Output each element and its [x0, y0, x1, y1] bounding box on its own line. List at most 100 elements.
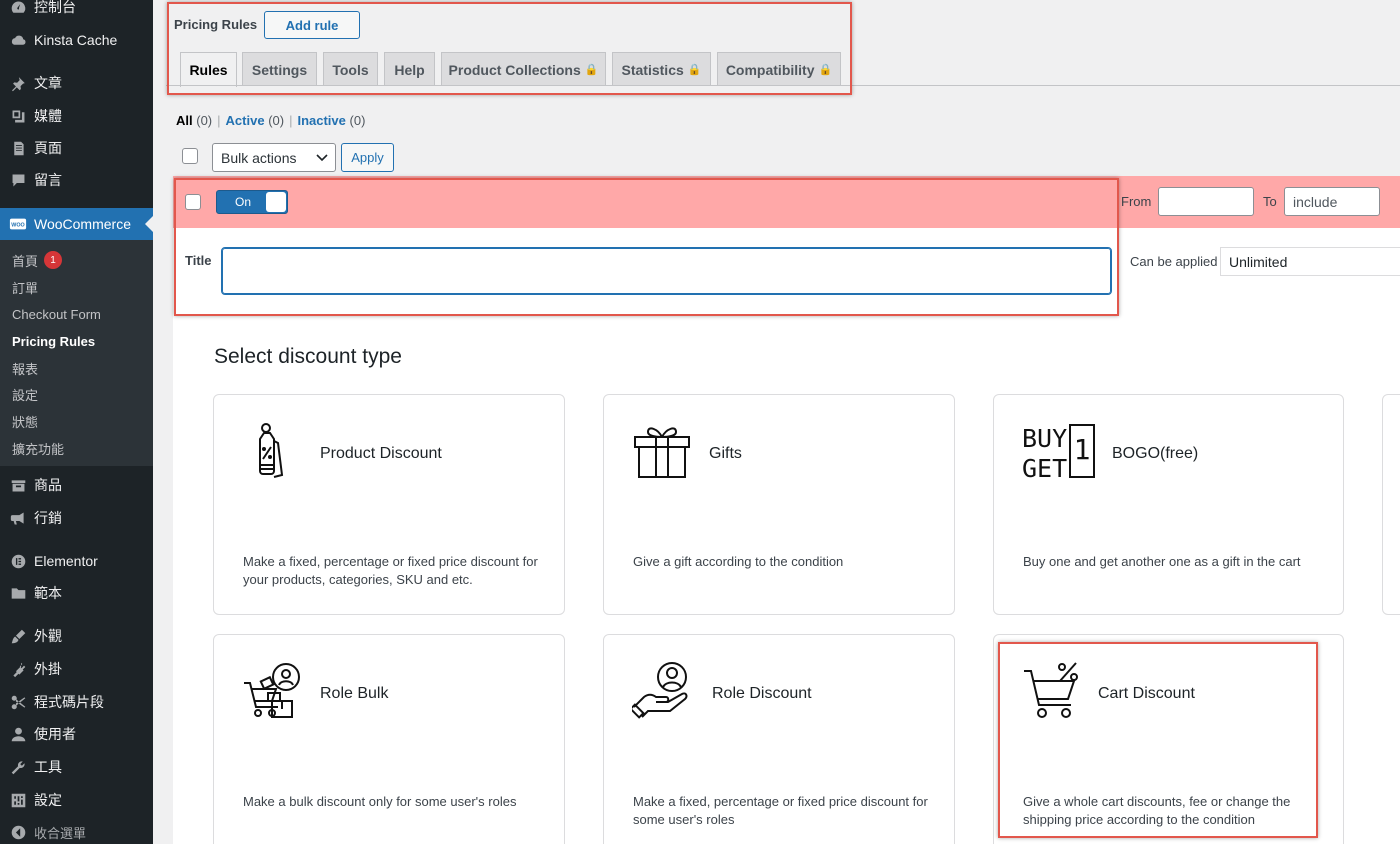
sidebar-item-posts[interactable]: 文章 [0, 69, 153, 97]
svg-text:BUY: BUY [1022, 424, 1067, 453]
comment-icon [8, 170, 28, 190]
dashboard-icon [8, 0, 28, 17]
status-filters: All (0) | Active (0) | Inactive (0) [176, 113, 366, 128]
sidebar-item-settings[interactable]: 設定 [0, 786, 153, 814]
sidebar-item-products[interactable]: 商品 [0, 471, 153, 499]
user-icon [8, 724, 28, 744]
plug-icon [8, 659, 28, 679]
filter-active[interactable]: Active [226, 113, 265, 128]
submenu-item-extensions[interactable]: 擴充功能 [12, 437, 64, 459]
apply-button[interactable]: Apply [341, 143, 394, 172]
cart-percent-icon [1024, 662, 1078, 718]
to-label: To [1263, 194, 1277, 209]
sidebar-item-media[interactable]: 媒體 [0, 102, 153, 130]
bulk-actions-select[interactable]: Bulk actions [212, 143, 336, 172]
update-count-badge: 1 [44, 251, 63, 269]
sidebar-item-label: 設定 [34, 792, 62, 808]
tab-label: Help [394, 61, 425, 78]
current-menu-arrow [145, 216, 153, 232]
svg-text:WOO: WOO [11, 222, 24, 228]
discount-card-cart-discount[interactable]: Cart Discount Give a whole cart discount… [993, 634, 1344, 844]
rule-enabled-toggle[interactable]: On [216, 190, 288, 214]
sidebar-item-plugins[interactable]: 外掛 [0, 655, 153, 683]
tab-statistics[interactable]: Statistics 🔒 [612, 52, 711, 86]
page-icon [8, 138, 28, 158]
elementor-icon [8, 551, 28, 571]
sidebar-item-label: 行銷 [34, 510, 62, 526]
sidebar-item-label: 留言 [34, 172, 62, 188]
tab-compatibility[interactable]: Compatibility 🔒 [717, 52, 841, 86]
discount-card-role-bulk[interactable]: Role Bulk Make a bulk discount only for … [213, 634, 565, 844]
discount-card-gifts[interactable]: Gifts Give a gift according to the condi… [603, 394, 955, 615]
sidebar-item-label: 範本 [34, 585, 62, 601]
submenu-item-orders[interactable]: 訂單 [12, 276, 38, 298]
wrench-icon [8, 757, 28, 777]
submenu-label: 首頁 [12, 253, 39, 269]
discount-card-bogo[interactable]: BUY GET 1 BOGO(free) Buy one and get ano… [993, 394, 1344, 615]
select-all-checkbox[interactable] [182, 148, 198, 164]
card-description: Make a bulk discount only for some user'… [243, 794, 517, 809]
sidebar-item-label: 收合選單 [34, 825, 87, 841]
sidebar-item-label: 控制台 [34, 0, 76, 15]
sidebar-item-comments[interactable]: 留言 [0, 166, 153, 194]
sidebar-item-marketing[interactable]: 行銷 [0, 504, 153, 532]
tab-rules[interactable]: Rules [180, 52, 237, 87]
filter-active-count: (0) [268, 113, 285, 128]
submenu-item-status[interactable]: 狀態 [12, 410, 38, 432]
date-to-input[interactable]: include [1284, 187, 1380, 216]
tab-product-collections[interactable]: Product Collections 🔒 [441, 52, 606, 86]
settings-icon [8, 790, 28, 810]
submenu-item-reports[interactable]: 報表 [12, 357, 38, 379]
sidebar-item-label: 工具 [34, 759, 62, 775]
sidebar-item-label: Elementor [34, 553, 98, 569]
tab-tools[interactable]: Tools [323, 52, 378, 86]
sidebar-item-elementor[interactable]: Elementor [0, 547, 153, 575]
submenu-item-checkout-form[interactable]: Checkout Form [12, 303, 101, 325]
buy-get-one-icon: BUY GET 1 [1022, 424, 1095, 481]
woocommerce-submenu: 首頁 1 訂單 Checkout Form Pricing Rules 報表 設… [0, 240, 153, 466]
rule-checkbox[interactable] [185, 194, 201, 210]
submenu-item-pricing-rules[interactable]: Pricing Rules [12, 330, 95, 352]
sidebar-item-label: Kinsta Cache [34, 32, 118, 48]
lock-icon: 🔒 [818, 64, 833, 76]
rule-title-input[interactable] [221, 247, 1112, 295]
discount-card-product-discount[interactable]: Product Discount Make a fixed, percentag… [213, 394, 565, 615]
lock-icon: 🔒 [584, 64, 599, 76]
card-title: BOGO(free) [1112, 445, 1199, 462]
discount-type-heading: Select discount type [214, 345, 402, 368]
sidebar-item-users[interactable]: 使用者 [0, 720, 153, 748]
tab-divider [166, 85, 1400, 86]
card-title: Role Discount [712, 685, 812, 702]
tab-settings[interactable]: Settings [242, 52, 317, 86]
filter-all[interactable]: All [176, 113, 193, 128]
sidebar-item-tools[interactable]: 工具 [0, 753, 153, 781]
sidebar-item-kinsta-cache[interactable]: Kinsta Cache [0, 26, 153, 54]
sidebar-item-woocommerce[interactable]: WOO WooCommerce [0, 208, 153, 240]
submenu-label: 報表 [12, 361, 39, 377]
tab-help[interactable]: Help [384, 52, 435, 86]
discount-card-role-discount[interactable]: Role Discount Make a fixed, percentage o… [603, 634, 955, 844]
date-from-input[interactable] [1158, 187, 1254, 216]
sidebar-item-dashboard[interactable]: 控制台 [0, 0, 153, 21]
submenu-item-home[interactable]: 首頁 1 [12, 249, 63, 271]
sidebar-item-label: 使用者 [34, 726, 76, 742]
sidebar-item-label: 商品 [34, 477, 62, 493]
add-rule-button[interactable]: Add rule [264, 11, 360, 39]
collapse-icon [8, 822, 28, 842]
filter-inactive[interactable]: Inactive [297, 113, 345, 128]
sidebar-item-pages[interactable]: 頁面 [0, 134, 153, 162]
sidebar-item-code-snippets[interactable]: 程式碼片段 [0, 688, 153, 716]
can-be-applied-select[interactable]: Unlimited [1220, 247, 1400, 276]
megaphone-icon [8, 508, 28, 528]
submenu-item-settings[interactable]: 設定 [12, 383, 38, 405]
discount-card-more[interactable] [1382, 394, 1400, 615]
submenu-label: 訂單 [12, 280, 39, 296]
card-description: Give a gift according to the condition [633, 554, 844, 569]
lock-icon: 🔒 [687, 64, 702, 76]
sidebar-item-templates[interactable]: 範本 [0, 579, 153, 607]
filter-inactive-count: (0) [349, 113, 366, 128]
sidebar-item-appearance[interactable]: 外觀 [0, 622, 153, 650]
sidebar-collapse-menu[interactable]: 收合選單 [0, 818, 153, 844]
date-to-value: include [1293, 193, 1338, 210]
can-be-applied-value: Unlimited [1229, 253, 1288, 270]
